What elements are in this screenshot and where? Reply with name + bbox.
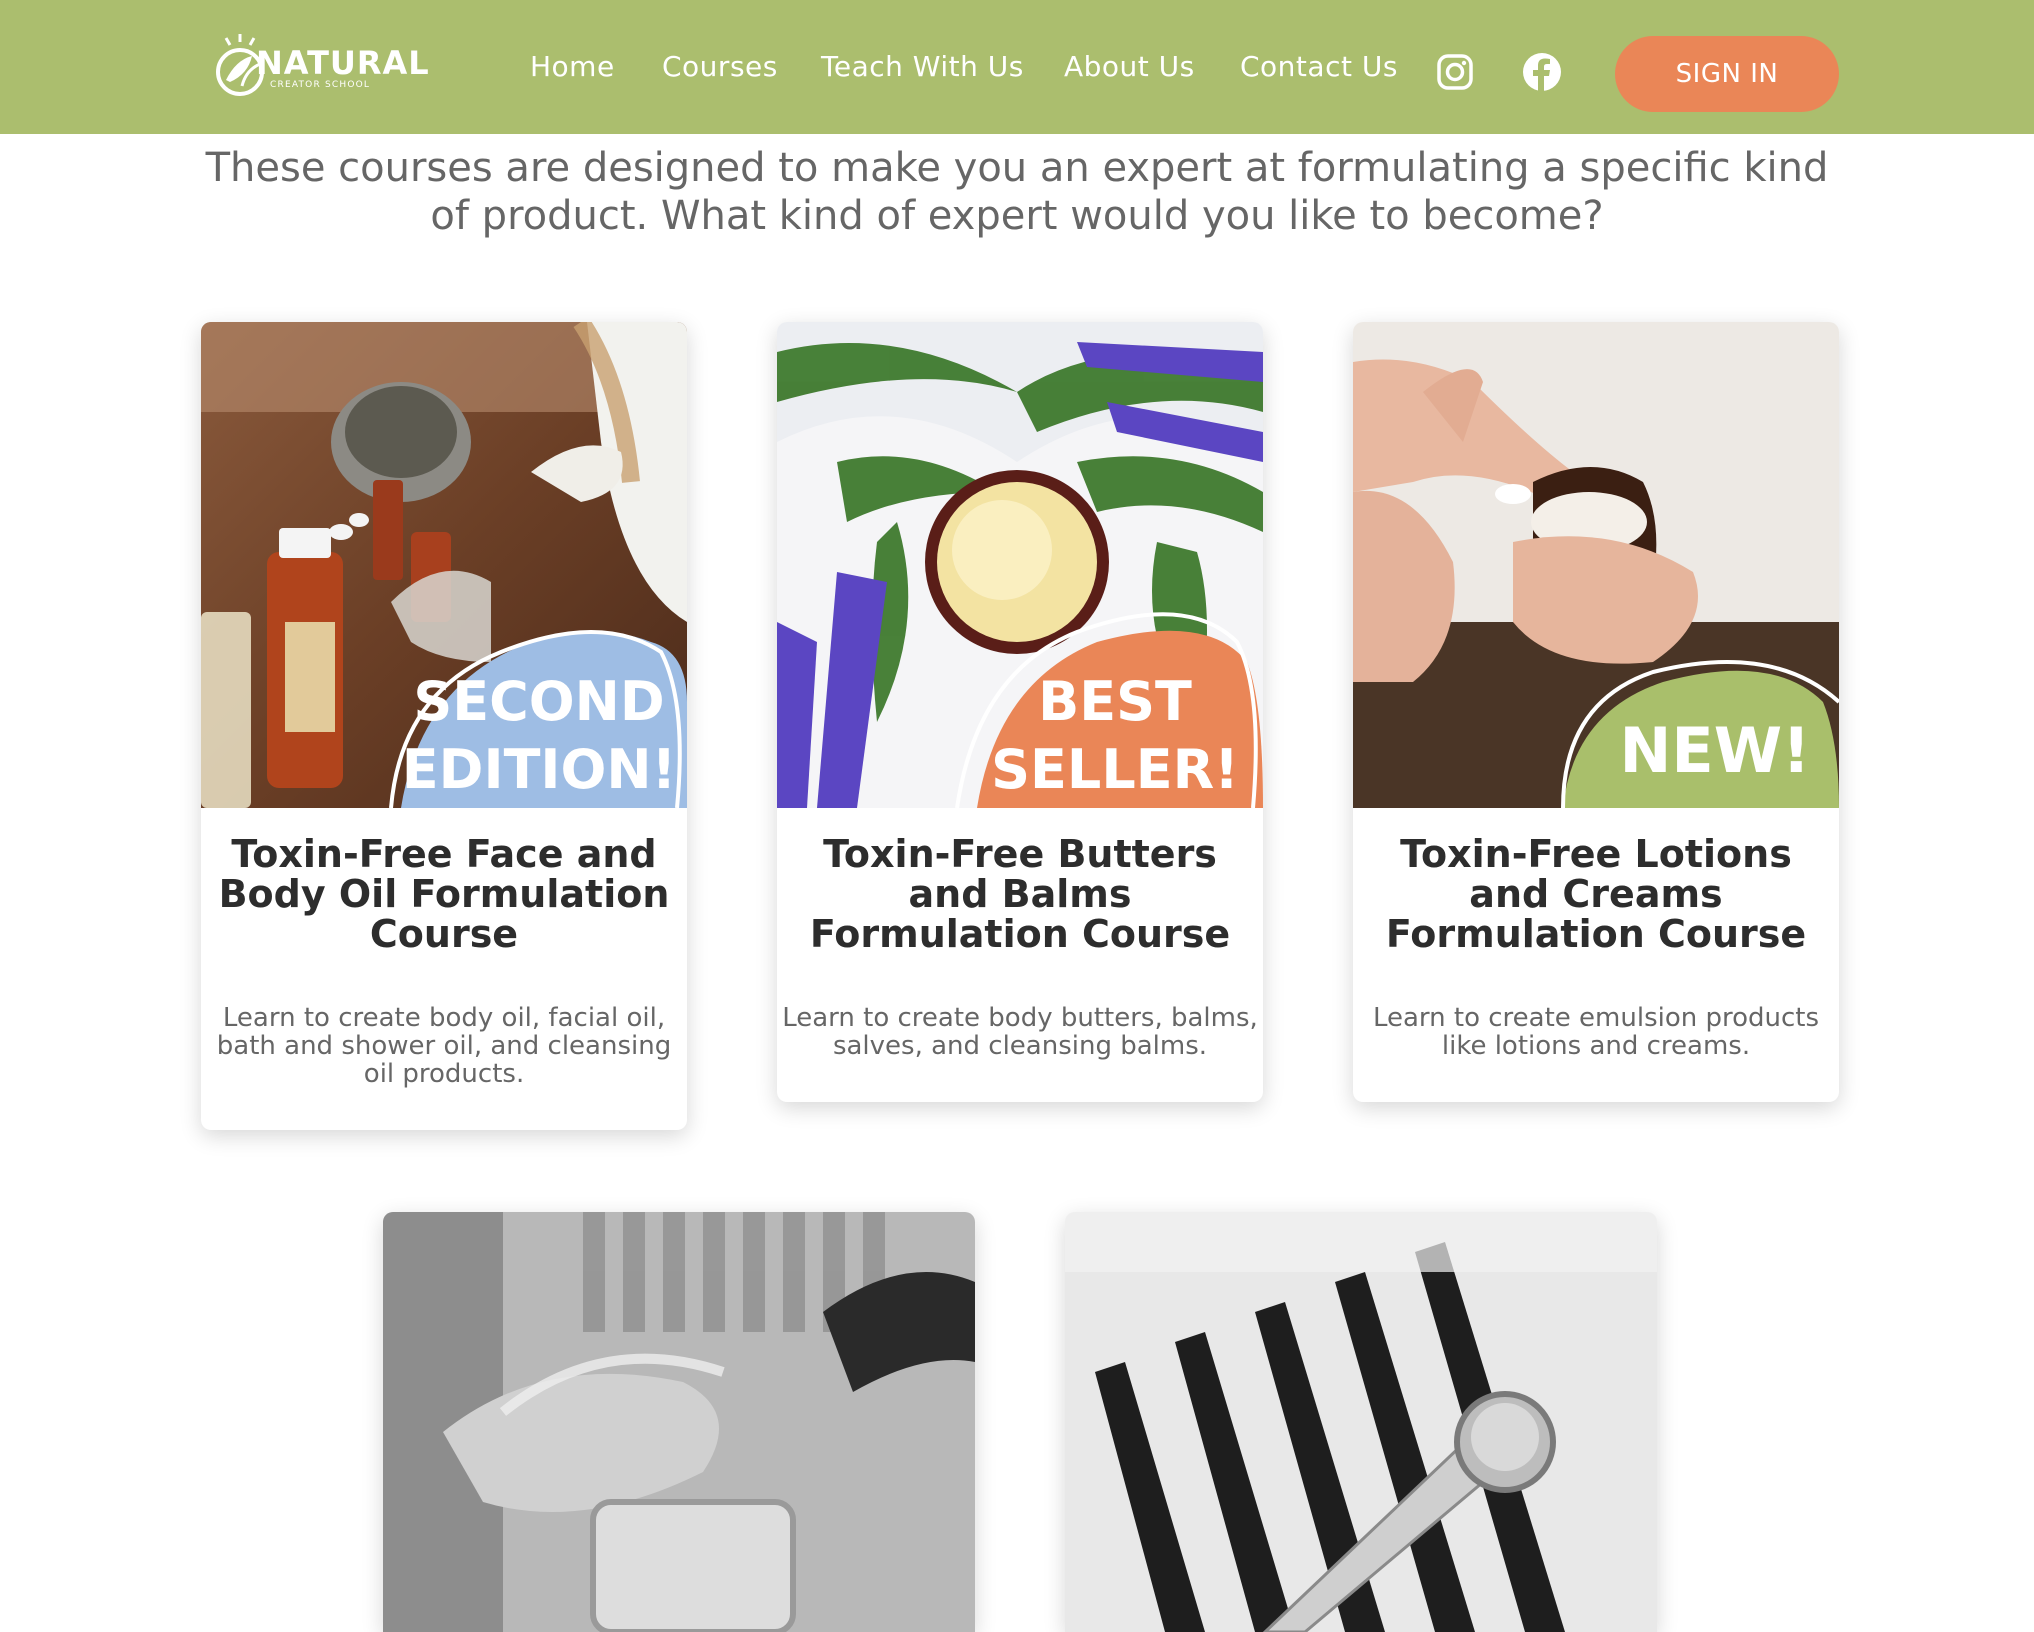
course-image-lotions: NEW! [1353, 322, 1839, 808]
course-card-cleansers[interactable] [383, 1212, 975, 1632]
course-image-cleansers [383, 1212, 975, 1632]
nav-teach-with-us[interactable]: Teach With Us [821, 50, 1024, 83]
badge-line-2: SELLER! [991, 738, 1239, 801]
course-title[interactable]: Toxin-Free Butters and Balms Formulation… [785, 834, 1255, 954]
course-card-butters[interactable]: BEST SELLER! Toxin-Free Butters and Balm… [777, 322, 1263, 1102]
course-card-oils[interactable]: SECOND EDITION! Toxin-Free Face and Body… [201, 322, 687, 1130]
site-header: NATURAL CREATOR SCHOOL Home Courses Teac… [0, 0, 2034, 134]
course-card-lotions[interactable]: NEW! Toxin-Free Lotions and Creams Formu… [1353, 322, 1839, 1102]
badge-line-1: BEST [1038, 670, 1192, 733]
course-title[interactable]: Toxin-Free Lotions and Creams Formulatio… [1361, 834, 1831, 954]
sign-in-button[interactable]: SIGN IN [1615, 36, 1839, 112]
intro-text: These courses are designed to make you a… [205, 145, 1829, 239]
course-image-measuring [1065, 1212, 1657, 1632]
course-image-oils: SECOND EDITION! [201, 322, 687, 808]
facebook-icon[interactable] [1522, 52, 1562, 92]
nav-about-us[interactable]: About Us [1064, 50, 1195, 83]
nav-courses[interactable]: Courses [662, 50, 778, 83]
logo-tagline: CREATOR SCHOOL [270, 80, 371, 90]
course-description: Learn to create body oil, facial oil, ba… [216, 1003, 672, 1089]
course-title[interactable]: Toxin-Free Face and Body Oil Formulation… [209, 834, 679, 954]
badge-line-1: NEW! [1620, 714, 1811, 787]
badge-line-2: EDITION! [402, 738, 676, 801]
course-description: Learn to create body butters, balms, sal… [782, 1003, 1258, 1061]
course-card-measuring[interactable] [1065, 1212, 1657, 1632]
nav-home[interactable]: Home [530, 50, 615, 83]
course-description: Learn to create emulsion products like l… [1372, 1003, 1820, 1061]
course-image-butters: BEST SELLER! [777, 322, 1263, 808]
badge-line-1: SECOND [413, 670, 664, 733]
nav-contact-us[interactable]: Contact Us [1240, 50, 1398, 83]
instagram-icon[interactable] [1435, 52, 1475, 92]
logo-wordmark: NATURAL [256, 44, 430, 82]
